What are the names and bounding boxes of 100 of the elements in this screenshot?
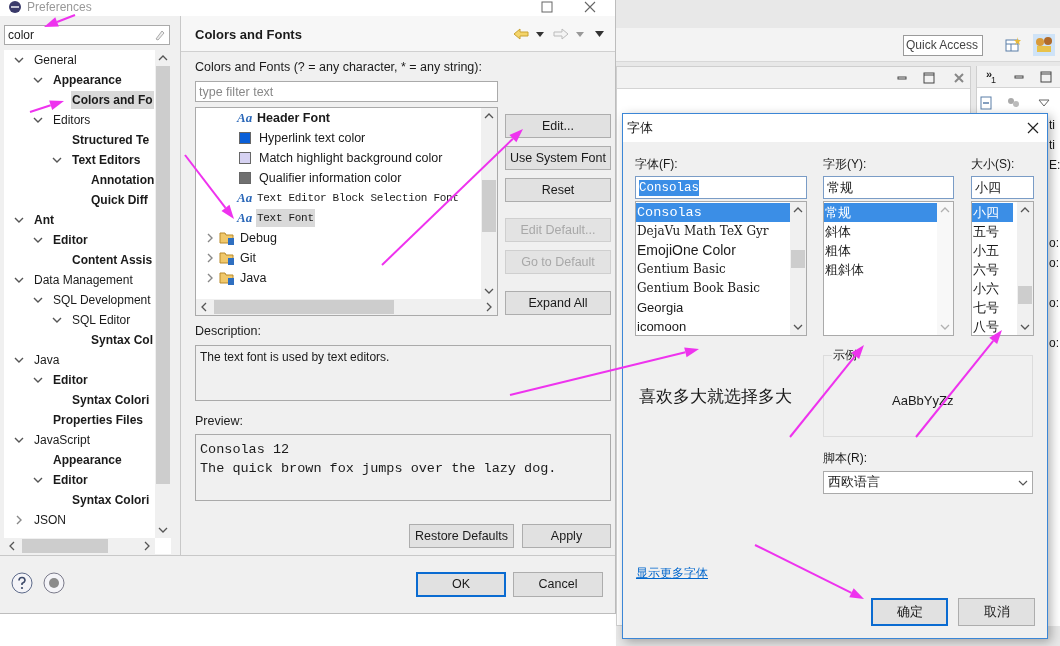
- tree-item[interactable]: Annotation: [90, 171, 155, 189]
- tree-item[interactable]: SQL Editor: [71, 311, 132, 329]
- expand-icon[interactable]: [33, 475, 43, 485]
- tree-item[interactable]: Git: [239, 249, 257, 267]
- scrollbar-thumb[interactable]: [1018, 286, 1032, 304]
- list-item[interactable]: icomoon: [636, 317, 790, 335]
- list-item[interactable]: 七号: [972, 298, 1013, 317]
- expand-icon[interactable]: [14, 435, 24, 445]
- text-field[interactable]: 常规: [823, 176, 954, 199]
- button[interactable]: 确定: [871, 598, 948, 626]
- tree-item[interactable]: Appearance: [52, 451, 123, 469]
- scrollbar[interactable]: [196, 299, 497, 315]
- maximize-icon[interactable]: [1040, 71, 1052, 83]
- perspective-icon[interactable]: [1033, 34, 1055, 56]
- tree-item[interactable]: Content Assis: [71, 251, 154, 269]
- scrollbar[interactable]: [155, 50, 171, 538]
- collapsed-icon[interactable]: [205, 273, 215, 283]
- list-item[interactable]: Gentium Book Basic: [636, 279, 790, 298]
- button[interactable]: 取消: [958, 598, 1035, 626]
- button[interactable]: Cancel: [513, 572, 603, 597]
- help-icon[interactable]: [11, 572, 33, 594]
- list-item[interactable]: 小六: [972, 279, 1013, 298]
- tree-item[interactable]: Syntax Col: [90, 331, 154, 349]
- filter-field[interactable]: type filter text: [195, 81, 498, 102]
- expand-icon[interactable]: [14, 355, 24, 365]
- tree-item[interactable]: Colors and Fo: [71, 91, 154, 109]
- tree-item[interactable]: Ant: [33, 211, 55, 229]
- quick-access-field[interactable]: Quick Access: [903, 35, 983, 56]
- script-dropdown[interactable]: 西欧语言: [823, 471, 1033, 494]
- expand-icon[interactable]: [33, 375, 43, 385]
- tree-item[interactable]: Editor: [52, 231, 89, 249]
- collapsed-icon[interactable]: [14, 515, 24, 525]
- list-item[interactable]: 八号: [972, 317, 1013, 335]
- tree-item[interactable]: Properties Files: [52, 411, 145, 429]
- tree-item[interactable]: Editor: [52, 371, 89, 389]
- tree-item[interactable]: Appearance: [52, 71, 123, 89]
- tree-item[interactable]: General: [33, 51, 78, 69]
- button[interactable]: Apply: [522, 524, 611, 548]
- list-item[interactable]: 粗体: [824, 241, 937, 260]
- tree-item[interactable]: Editor: [52, 471, 89, 489]
- button[interactable]: Reset: [505, 178, 611, 202]
- expand-icon[interactable]: [33, 295, 43, 305]
- tree-item[interactable]: Match highlight background color: [258, 149, 444, 167]
- tree-item[interactable]: Syntax Colori: [71, 391, 151, 409]
- tree-item[interactable]: Structured Te: [71, 131, 151, 149]
- expand-icon[interactable]: [14, 55, 24, 65]
- tree-item[interactable]: Editors: [52, 111, 92, 129]
- more-fonts-link[interactable]: 显示更多字体: [636, 565, 708, 581]
- tree-item[interactable]: Quick Diff: [90, 191, 149, 209]
- tree-item[interactable]: Header Font: [256, 109, 331, 127]
- perspective-icon[interactable]: [1004, 36, 1022, 54]
- expand-icon[interactable]: [33, 235, 43, 245]
- scrollbar-thumb[interactable]: [482, 180, 496, 232]
- button[interactable]: Restore Defaults: [409, 524, 514, 548]
- expand-icon[interactable]: [52, 155, 62, 165]
- scrollbar[interactable]: [481, 108, 497, 299]
- list-item[interactable]: 粗斜体: [824, 260, 937, 279]
- tree-item[interactable]: Java: [239, 269, 268, 287]
- overflow-icon[interactable]: »: [986, 68, 993, 80]
- collapse-all-icon[interactable]: [980, 96, 992, 110]
- dropdown-icon[interactable]: [536, 32, 544, 37]
- list-item[interactable]: 斜体: [824, 222, 937, 241]
- list-item[interactable]: 小五: [972, 241, 1013, 260]
- tree-item[interactable]: Data Management: [33, 271, 134, 289]
- filter-icon[interactable]: [1007, 97, 1021, 109]
- button[interactable]: Expand All: [505, 291, 611, 315]
- list-item[interactable]: Gentium Basic: [636, 260, 790, 279]
- scrollbar-thumb[interactable]: [22, 539, 108, 553]
- list-item[interactable]: 六号: [972, 260, 1013, 279]
- scrollbar-thumb[interactable]: [791, 250, 805, 268]
- close-icon[interactable]: [1027, 122, 1039, 134]
- expand-icon[interactable]: [14, 275, 24, 285]
- record-icon[interactable]: [43, 572, 65, 594]
- list-item[interactable]: Georgia: [636, 298, 790, 317]
- tree-item[interactable]: SQL Development: [52, 291, 152, 309]
- expand-icon[interactable]: [33, 75, 43, 85]
- expand-icon[interactable]: [52, 315, 62, 325]
- tree-item[interactable]: Text Editors: [71, 151, 142, 169]
- button[interactable]: Use System Font: [505, 146, 611, 170]
- button[interactable]: Edit...: [505, 114, 611, 138]
- tree-item[interactable]: JSON: [33, 511, 67, 529]
- tree-item[interactable]: Debug: [239, 229, 278, 247]
- scrollbar[interactable]: [4, 538, 155, 554]
- view-menu-icon[interactable]: [1038, 98, 1050, 108]
- text-field[interactable]: 小四: [971, 176, 1034, 199]
- tree-item[interactable]: JavaScript: [33, 431, 92, 449]
- button[interactable]: OK: [416, 572, 506, 597]
- tree-item[interactable]: Syntax Colori: [71, 491, 151, 509]
- scrollbar[interactable]: [790, 202, 806, 335]
- maximize-icon[interactable]: [541, 1, 553, 13]
- collapsed-icon[interactable]: [205, 253, 215, 263]
- scrollbar-thumb[interactable]: [156, 66, 170, 484]
- tree-item[interactable]: Qualifier information color: [258, 169, 403, 187]
- scrollbar[interactable]: [1017, 202, 1033, 335]
- menu-icon[interactable]: [595, 31, 604, 37]
- list-item[interactable]: EmojiOne Color: [636, 241, 790, 260]
- tree-item[interactable]: Text Font: [256, 209, 315, 227]
- expand-icon[interactable]: [14, 215, 24, 225]
- list-item[interactable]: DejaVu Math TeX Gyr: [636, 222, 790, 241]
- collapsed-icon[interactable]: [205, 233, 215, 243]
